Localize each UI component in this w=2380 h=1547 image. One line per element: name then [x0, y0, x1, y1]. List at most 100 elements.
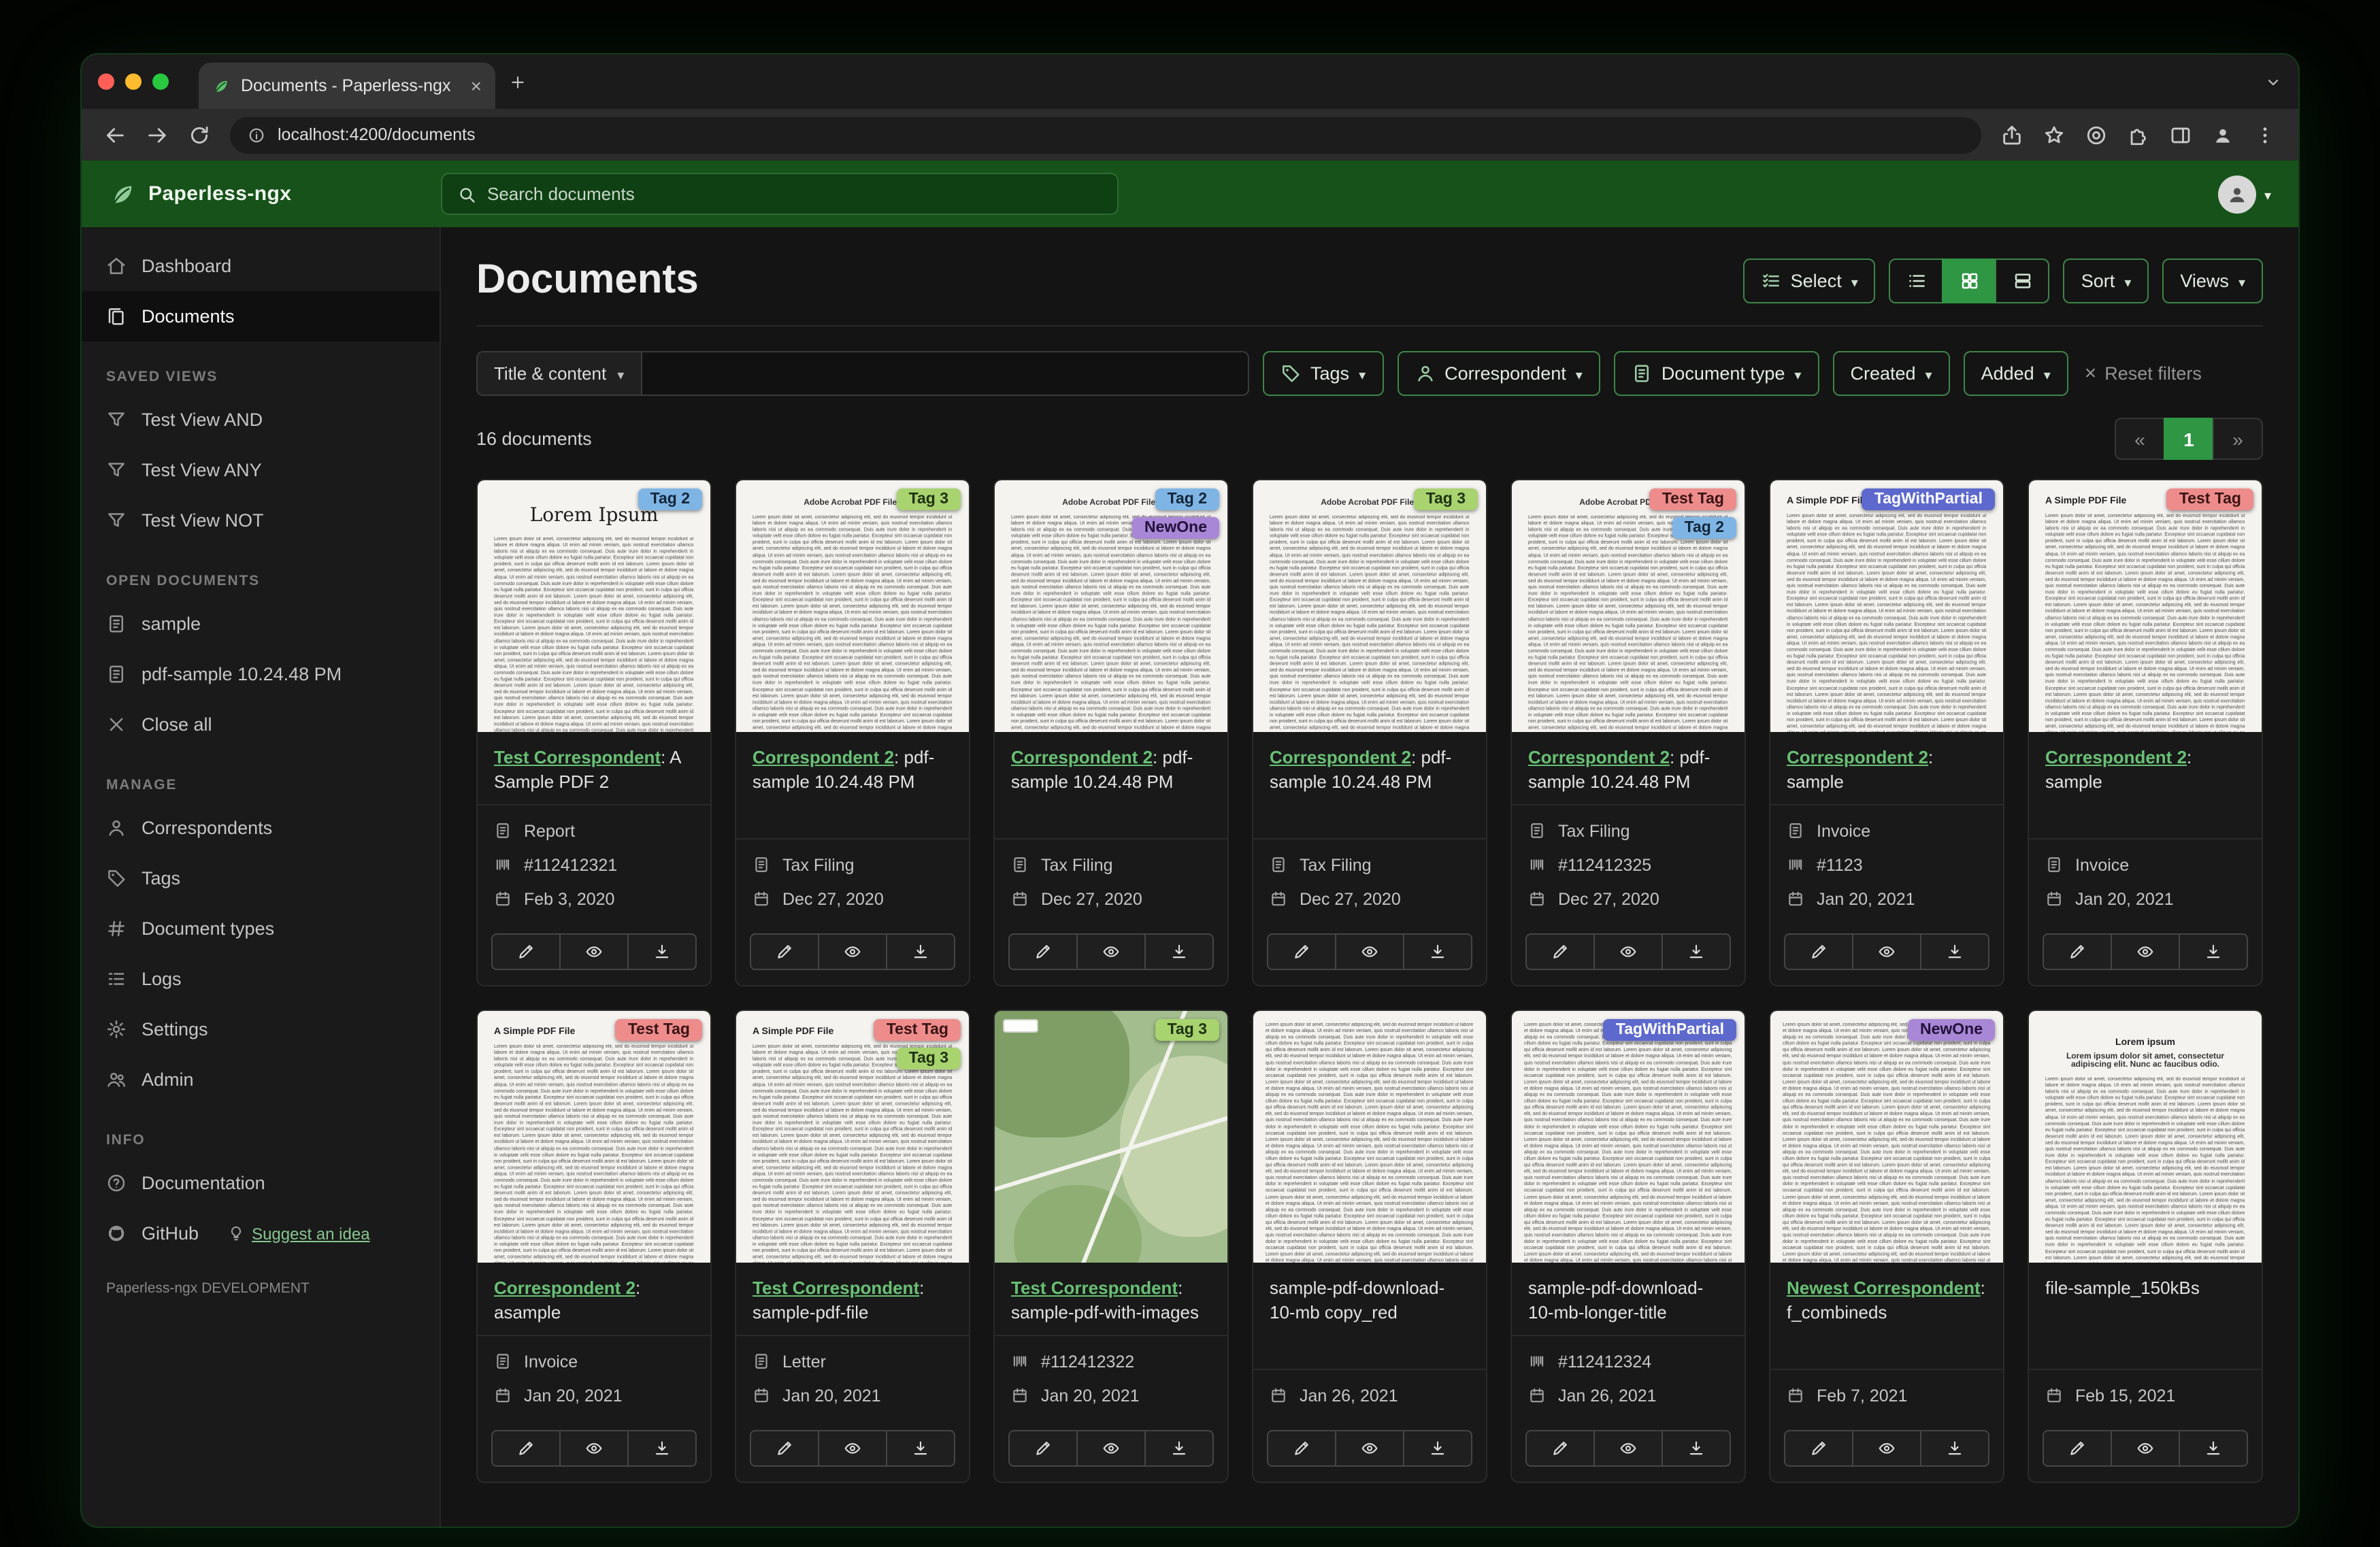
correspondent-link[interactable]: Correspondent 2 [1011, 747, 1153, 767]
sidebar-item-document-types[interactable]: Document types [82, 903, 440, 954]
filter-document-type-dropdown[interactable]: Document type [1613, 351, 1819, 396]
bookmark-star-icon[interactable] [2043, 123, 2066, 146]
correspondent-link[interactable]: Test Correspondent [1011, 1278, 1178, 1298]
document-thumbnail[interactable]: Adobe Acrobat PDF Files Lorem ipsum dolor… [736, 480, 969, 732]
views-dropdown-button[interactable]: Views [2162, 258, 2263, 303]
document-thumbnail[interactable]: Lorem ipsum dolor sit amet, consectetur … [1253, 1011, 1486, 1263]
document-card[interactable]: Lorem Ipsum Lorem ipsum dolor sit amet, c… [476, 479, 712, 986]
pagination-next-button[interactable]: » [2213, 418, 2263, 460]
document-card[interactable]: Tag 3 Test Correspondent: sample-pdf-wit… [993, 1010, 1229, 1483]
document-thumbnail[interactable]: A Simple PDF File Lorem ipsum dolor sit a… [2029, 480, 2262, 732]
browser-tab[interactable]: Documents - Paperless-ngx × [199, 63, 495, 109]
document-thumbnail[interactable]: Tag 3 [995, 1011, 1227, 1263]
reload-button[interactable] [188, 123, 211, 146]
filter-tags-dropdown[interactable]: Tags [1263, 351, 1384, 396]
document-card[interactable]: Lorem ipsum dolor sit amet, consectetur … [1769, 1010, 2004, 1483]
tag-badge[interactable]: Tag 3 [896, 488, 961, 510]
sidebar-item-documentation[interactable]: Documentation [82, 1158, 440, 1208]
document-card[interactable]: Lorem ipsum dolor sit amet, consectetur … [1252, 1010, 1487, 1483]
download-document-button[interactable] [1144, 933, 1214, 970]
document-card[interactable]: Adobe Acrobat PDF Files Lorem ipsum dolor… [1252, 479, 1487, 986]
document-thumbnail[interactable]: Lorem ipsum dolor sit amet, consectetur … [1512, 1011, 1745, 1263]
download-document-button[interactable] [886, 1430, 955, 1467]
edit-document-button[interactable] [1267, 933, 1336, 970]
correspondent-link[interactable]: Test Correspondent [753, 1278, 919, 1298]
tag-badge[interactable]: TagWithPartial [1862, 488, 1995, 510]
status-ring-icon[interactable] [2085, 123, 2108, 146]
zoom-window-button[interactable] [152, 73, 169, 90]
view-document-button[interactable] [818, 1430, 887, 1467]
pagination-prev-button[interactable]: « [2115, 418, 2165, 460]
sidebar-item-close-all[interactable]: Close all [82, 699, 440, 750]
extensions-puzzle-icon[interactable] [2127, 123, 2150, 146]
edit-document-button[interactable] [491, 1430, 561, 1467]
correspondent-link[interactable]: Correspondent 2 [494, 1278, 635, 1298]
suggest-idea-link[interactable]: Suggest an idea [227, 1224, 370, 1243]
view-document-button[interactable] [818, 933, 887, 970]
tag-badge[interactable]: Tag 2 [1672, 517, 1736, 539]
correspondent-link[interactable]: Test Correspondent [494, 747, 661, 767]
tag-badge[interactable]: NewOne [1907, 1019, 1995, 1041]
global-search[interactable] [441, 173, 1119, 215]
list-view-button[interactable] [1889, 258, 1944, 303]
tab-search-icon[interactable] [2264, 73, 2282, 90]
edit-document-button[interactable] [1008, 1430, 1078, 1467]
download-document-button[interactable] [1403, 1430, 1472, 1467]
document-thumbnail[interactable]: A Simple PDF File Lorem ipsum dolor sit a… [1770, 480, 2003, 732]
download-document-button[interactable] [1144, 1430, 1214, 1467]
edit-document-button[interactable] [750, 1430, 819, 1467]
document-card[interactable]: A Simple PDF File Lorem ipsum dolor sit a… [2028, 479, 2263, 986]
filter-text-input[interactable] [642, 351, 1249, 396]
tag-badge[interactable]: TagWithPartial [1603, 1019, 1736, 1041]
edit-document-button[interactable] [1784, 1430, 1853, 1467]
view-document-button[interactable] [1852, 1430, 1921, 1467]
view-document-button[interactable] [1335, 1430, 1404, 1467]
select-dropdown-button[interactable]: Select [1742, 258, 1876, 303]
view-document-button[interactable] [1076, 933, 1146, 970]
view-document-button[interactable] [559, 933, 629, 970]
view-document-button[interactable] [1593, 1430, 1663, 1467]
sidebar-panel-icon[interactable] [2169, 123, 2192, 146]
document-thumbnail[interactable]: Lorem ipsum dolor sit amet, consectetur … [1770, 1011, 2003, 1263]
download-document-button[interactable] [627, 1430, 697, 1467]
sidebar-item-documents[interactable]: Documents [82, 291, 440, 342]
reset-filters-button[interactable]: × Reset filters [2085, 363, 2202, 384]
download-document-button[interactable] [627, 933, 697, 970]
edit-document-button[interactable] [1525, 933, 1595, 970]
edit-document-button[interactable] [2043, 933, 2112, 970]
site-info-icon[interactable] [248, 126, 265, 144]
document-thumbnail[interactable]: Adobe Acrobat PDF Files Lorem ipsum dolor… [995, 480, 1227, 732]
download-document-button[interactable] [2179, 933, 2248, 970]
document-thumbnail[interactable]: A Simple PDF File Lorem ipsum dolor sit a… [736, 1011, 969, 1263]
document-thumbnail[interactable]: Lorem ipsum Lorem ipsum dolor sit amet, c… [2029, 1011, 2262, 1263]
sidebar-item-dashboard[interactable]: Dashboard [82, 241, 440, 291]
correspondent-link[interactable]: Correspondent 2 [1528, 747, 1670, 767]
minimize-window-button[interactable] [125, 73, 142, 90]
correspondent-link[interactable]: Correspondent 2 [1270, 747, 1411, 767]
detail-view-button[interactable] [1995, 258, 2050, 303]
edit-document-button[interactable] [750, 933, 819, 970]
new-tab-button[interactable] [509, 73, 527, 90]
document-thumbnail[interactable]: Lorem Ipsum Lorem ipsum dolor sit amet, c… [478, 480, 710, 732]
share-icon[interactable] [2000, 123, 2023, 146]
edit-document-button[interactable] [1784, 933, 1853, 970]
search-input[interactable] [487, 184, 1102, 204]
correspondent-link[interactable]: Correspondent 2 [2045, 747, 2187, 767]
view-document-button[interactable] [1076, 1430, 1146, 1467]
tag-badge[interactable]: Tag 3 [1413, 488, 1478, 510]
document-card[interactable]: Lorem ipsum Lorem ipsum dolor sit amet, c… [2028, 1010, 2263, 1483]
browser-menu-icon[interactable] [2253, 123, 2277, 146]
sort-dropdown-button[interactable]: Sort [2063, 258, 2149, 303]
sidebar-item-settings[interactable]: Settings [82, 1004, 440, 1054]
document-thumbnail[interactable]: Adobe Acrobat PDF Files Lorem ipsum dolor… [1253, 480, 1486, 732]
edit-document-button[interactable] [2043, 1430, 2112, 1467]
document-thumbnail[interactable]: A Simple PDF File Lorem ipsum dolor sit a… [478, 1011, 710, 1263]
document-thumbnail[interactable]: Adobe Acrobat PDF Files Lorem ipsum dolor… [1512, 480, 1745, 732]
download-document-button[interactable] [1662, 933, 1731, 970]
filter-field-dropdown[interactable]: Title & content [476, 351, 642, 396]
download-document-button[interactable] [1662, 1430, 1731, 1467]
sidebar-item-test-view-and[interactable]: Test View AND [82, 395, 440, 445]
tag-badge[interactable]: Test Tag [615, 1019, 702, 1041]
sidebar-item-tags[interactable]: Tags [82, 853, 440, 903]
filter-added-dropdown[interactable]: Added [1963, 351, 2068, 396]
